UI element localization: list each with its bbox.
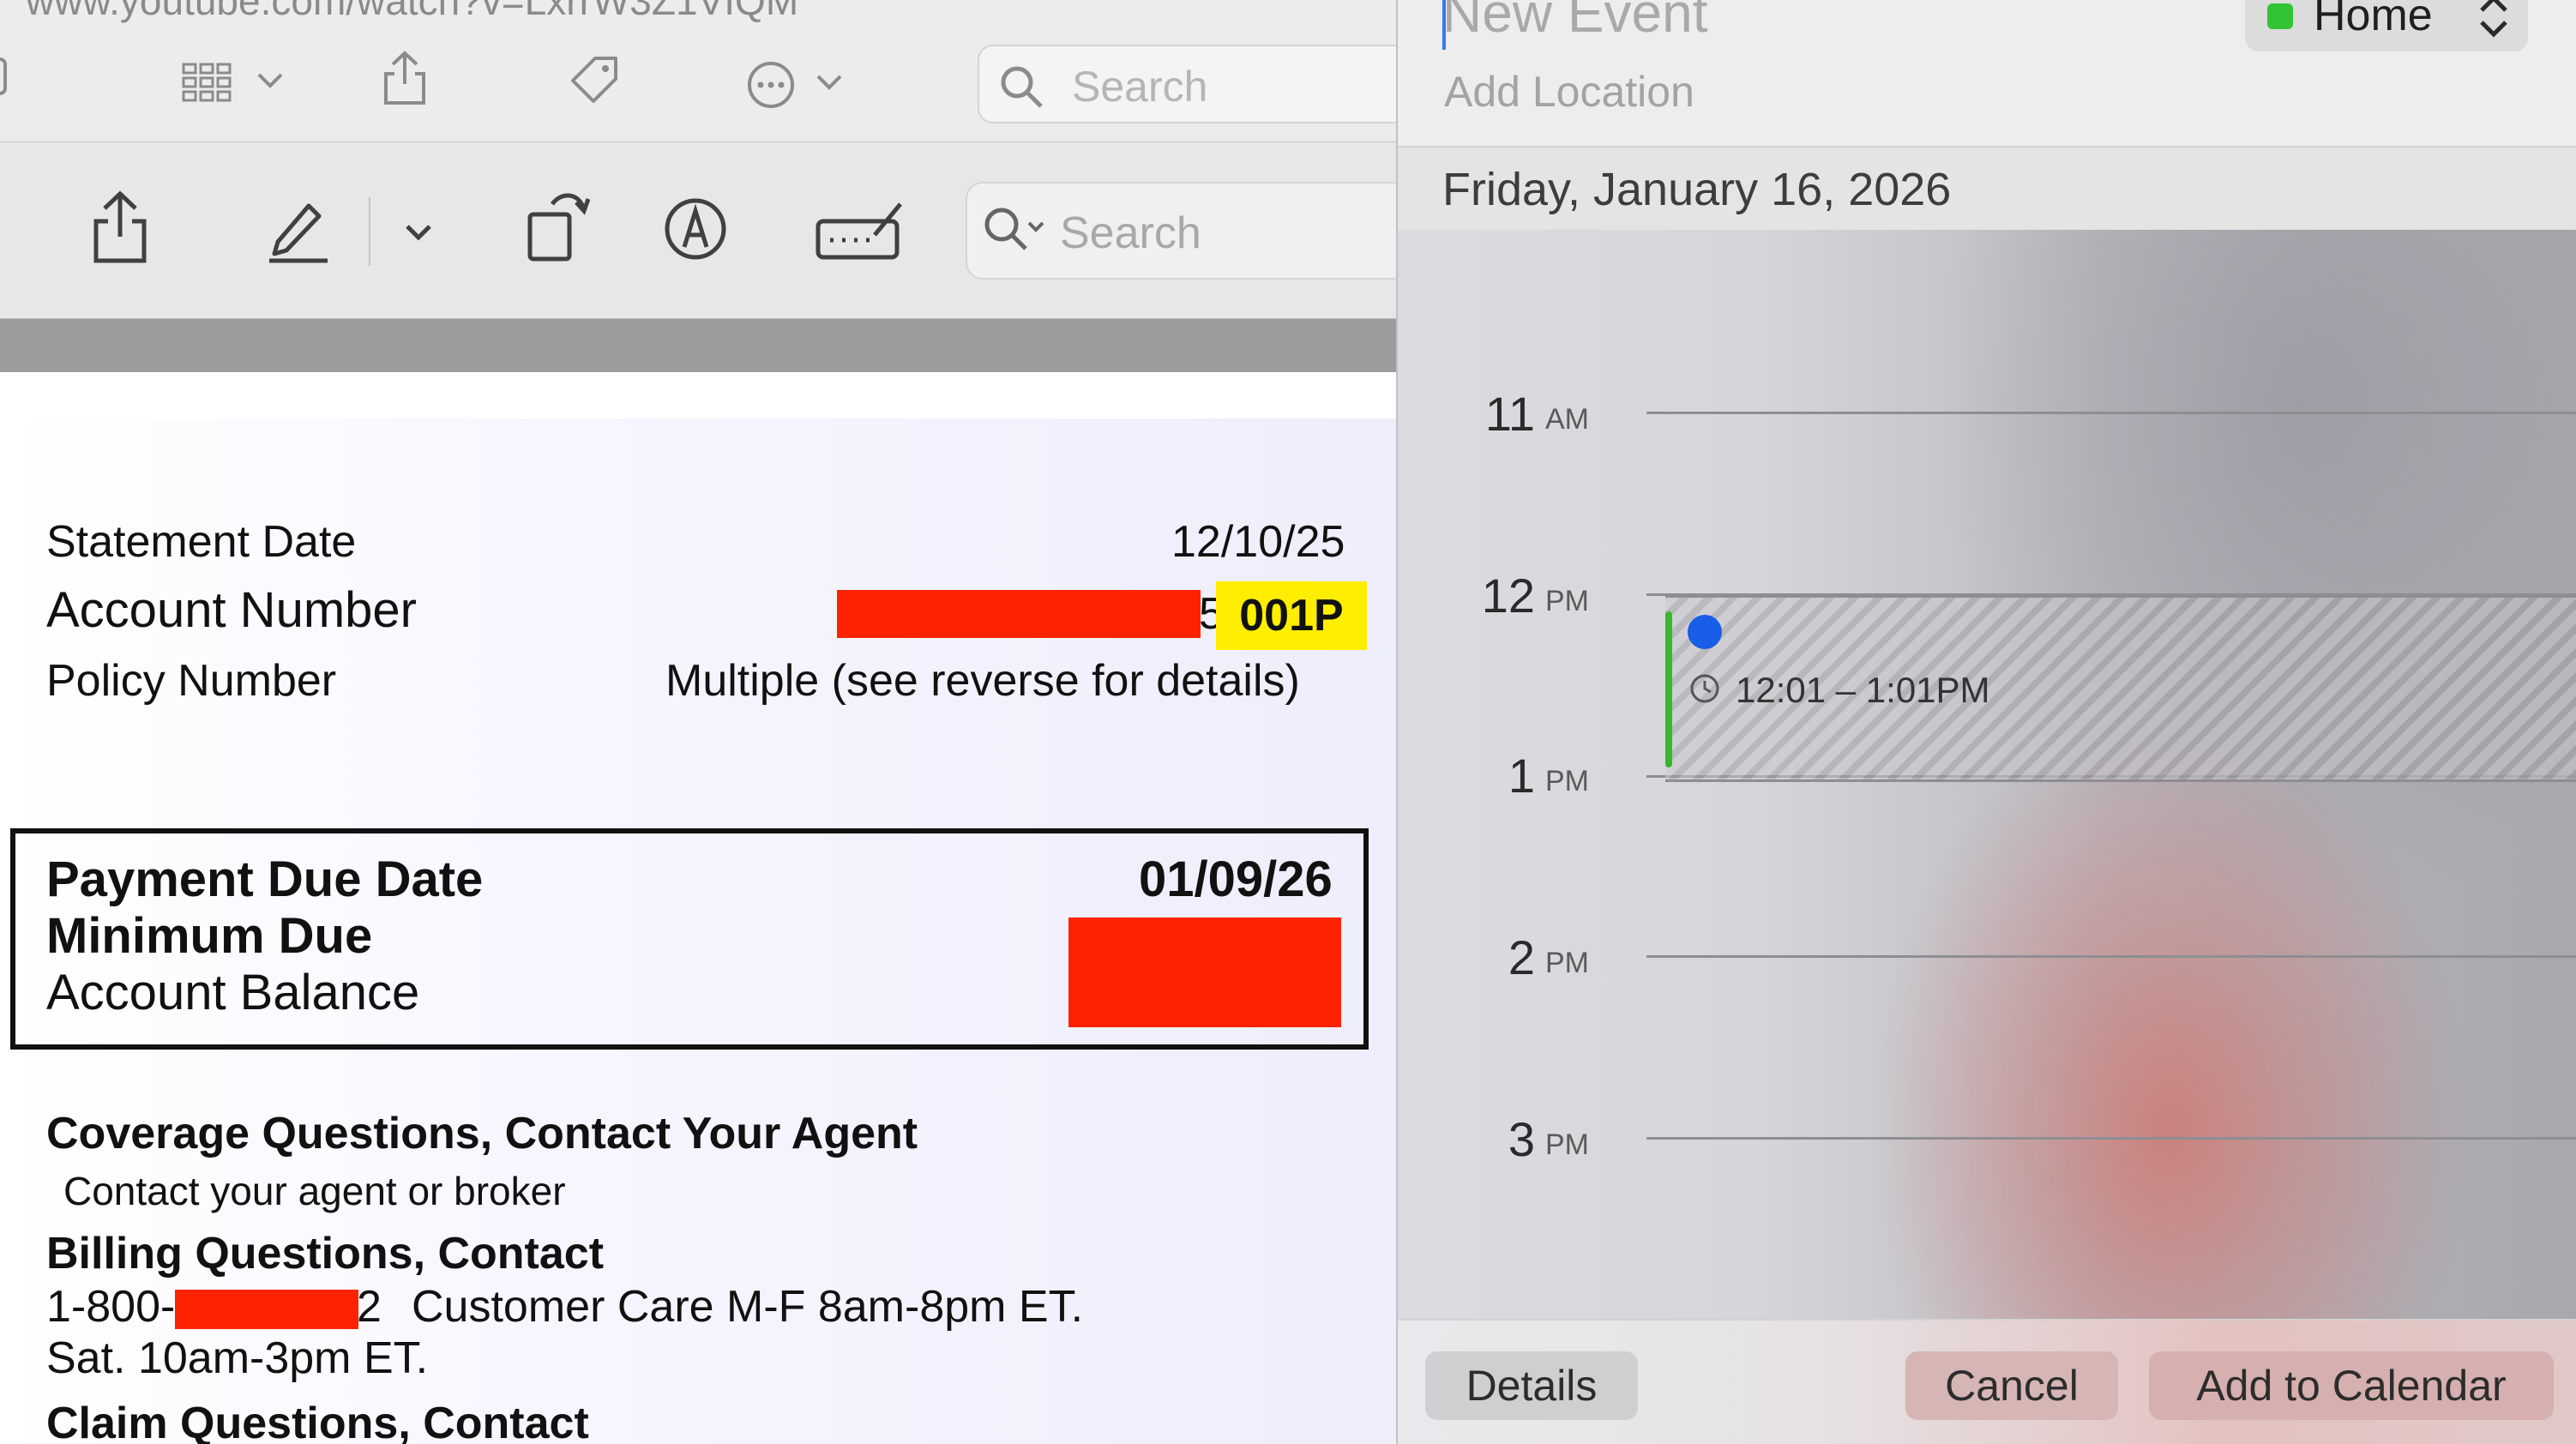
url-text[interactable]: www.youtube.com/watch?v=LxrrW3Z1VIQM (26, 0, 798, 24)
event-date-row[interactable]: Friday, January 16, 2026 (1398, 147, 2576, 230)
redaction-phone (175, 1290, 358, 1329)
sidebar-icon[interactable] (0, 55, 22, 98)
text-cursor (1442, 0, 1446, 50)
more-icon[interactable] (746, 60, 796, 110)
billing-hours-weekday: Customer Care M-F 8am-8pm ET. (412, 1282, 1084, 1332)
hour-ampm: PM (1545, 1128, 1589, 1161)
coverage-heading: Coverage Questions, Contact Your Agent (46, 1109, 918, 1158)
billing-hours-saturday: Sat. 10am-3pm ET. (46, 1333, 429, 1383)
add-to-calendar-button[interactable]: Add to Calendar (2149, 1351, 2554, 1420)
event-block[interactable]: 12:01 – 1:01PM (1665, 595, 2576, 782)
preview-search-placeholder: Search (1060, 208, 1201, 258)
statement-date-label: Statement Date (46, 517, 357, 567)
location-field[interactable]: Add Location (1444, 67, 1694, 117)
event-time: 12:01 – 1:01PM (1736, 670, 1990, 710)
toolbar-divider (369, 197, 370, 266)
event-dot (1688, 615, 1722, 649)
statement-document: Statement Date 12/10/25 Account Number 5… (0, 372, 1396, 1444)
page-top-edge (0, 372, 1396, 418)
chevron-down-icon[interactable] (256, 70, 285, 91)
hour-line (1646, 955, 2576, 958)
chevron-down-icon[interactable] (815, 72, 844, 93)
search-icon (1001, 66, 1043, 108)
share-icon[interactable] (93, 190, 147, 264)
hour-label: 2 (1508, 930, 1535, 984)
hour-ampm: PM (1545, 585, 1589, 617)
details-button[interactable]: Details (1425, 1351, 1638, 1420)
new-event-popover: New Event Add Location Home Friday, Janu… (1396, 0, 2576, 1444)
browser-search-placeholder: Search (1072, 63, 1208, 111)
hour-ampm: PM (1545, 947, 1589, 979)
policy-number-label: Policy Number (46, 656, 337, 706)
event-date: Friday, January 16, 2026 (1442, 164, 1952, 215)
calendar-picker[interactable]: Home (2245, 0, 2528, 51)
signature-icon[interactable] (815, 197, 907, 262)
share-icon[interactable] (382, 50, 427, 106)
hour-ampm: AM (1545, 403, 1589, 436)
document-margin (0, 319, 1396, 372)
hour-label: 12 (1481, 569, 1535, 623)
account-number-label: Account Number (46, 582, 417, 638)
day-timeline[interactable]: 11 AM 12 PM 1 PM 2 PM 3 PM 12:01 – 1:01P… (1398, 230, 2576, 1319)
annotate-icon[interactable] (664, 197, 727, 261)
redaction-account-number (837, 590, 1201, 638)
clock-icon (1690, 674, 1719, 703)
billing-phone-suffix: 2 (357, 1282, 382, 1332)
tag-icon[interactable] (568, 55, 621, 106)
hour-line (1646, 1137, 2576, 1140)
search-icon (984, 208, 1044, 250)
cancel-button[interactable]: Cancel (1905, 1351, 2118, 1420)
account-balance-label: Account Balance (46, 965, 420, 1020)
grid-icon[interactable] (182, 62, 233, 105)
redaction-amounts (1068, 918, 1341, 1027)
account-number-highlight: 001P (1216, 581, 1367, 650)
minimum-due-label: Minimum Due (46, 908, 373, 964)
calendar-color-swatch (2267, 3, 2293, 29)
hour-label: 1 (1508, 749, 1535, 803)
event-title-field[interactable]: New Event (1442, 0, 1707, 45)
hour-line (1646, 412, 2576, 414)
statement-date-value: 12/10/25 (1171, 517, 1345, 567)
preview-search-field[interactable]: Search (966, 182, 1415, 280)
policy-number-value: Multiple (see reverse for details) (665, 656, 1300, 706)
hour-label: 3 (1508, 1112, 1535, 1166)
calendar-name: Home (2314, 0, 2433, 40)
markup-pen-icon[interactable] (266, 196, 331, 264)
browser-search-field[interactable]: Search (978, 45, 1427, 123)
chevron-updown-icon (2480, 0, 2507, 38)
event-header: New Event Add Location Home (1398, 0, 2576, 147)
billing-heading: Billing Questions, Contact (46, 1229, 605, 1279)
claim-heading: Claim Questions, Contact (46, 1399, 589, 1444)
event-color-bar (1665, 611, 1672, 767)
payment-due-value: 01/09/26 (1139, 851, 1333, 907)
hour-ampm: PM (1545, 765, 1589, 797)
hour-label: 11 (1484, 387, 1535, 441)
rotate-icon[interactable] (527, 185, 592, 262)
billing-phone-prefix: 1-800- (46, 1282, 176, 1332)
browser-toolbar: www.youtube.com/watch?v=LxrrW3Z1VIQM Sea… (0, 0, 1427, 142)
chevron-down-icon[interactable] (403, 221, 434, 244)
popover-footer: Details Cancel Add to Calendar (1398, 1319, 2576, 1444)
payment-due-label: Payment Due Date (46, 851, 484, 907)
coverage-text: Contact your agent or broker (63, 1169, 566, 1213)
